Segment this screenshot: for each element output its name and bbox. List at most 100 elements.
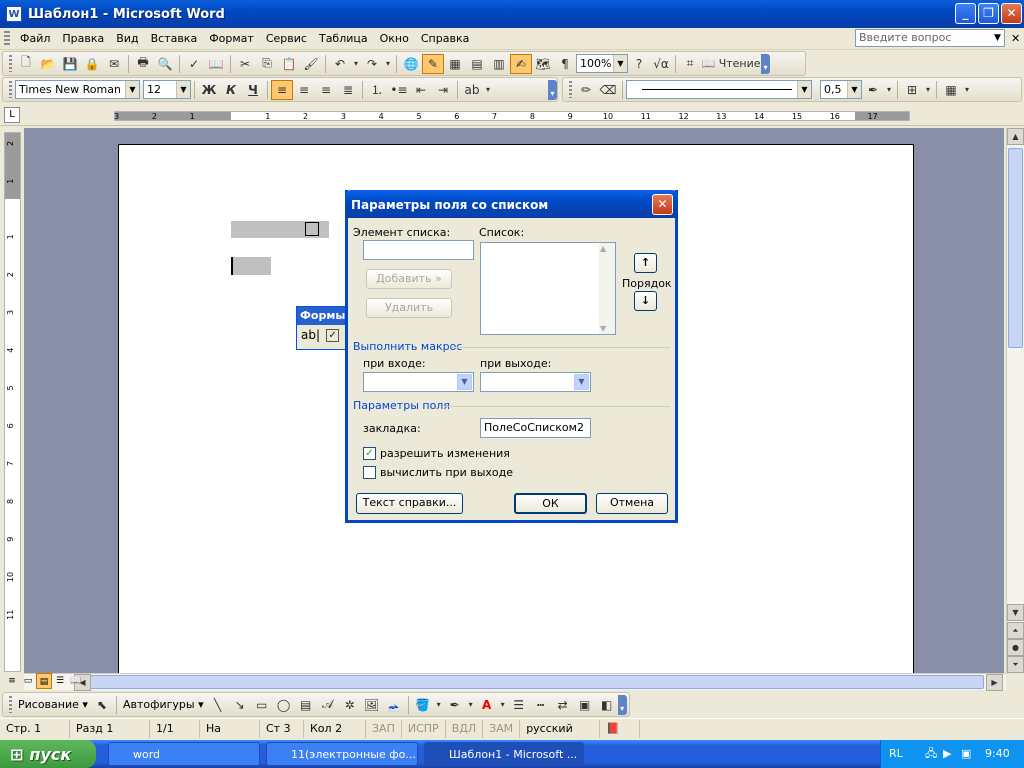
scroll-up-icon[interactable]: ▲: [1007, 128, 1024, 145]
new-document-icon[interactable]: 🗋: [15, 54, 37, 74]
insert-table-icon[interactable]: ▦: [940, 80, 962, 100]
justify-icon[interactable]: ≣: [337, 80, 359, 100]
ok-button[interactable]: ОК: [514, 493, 587, 514]
tables-borders-icon[interactable]: ✎: [422, 53, 444, 74]
word-app-icon[interactable]: W: [6, 6, 22, 22]
font-color-dropdown-icon[interactable]: ▾: [498, 695, 508, 715]
highlight-dropdown-icon[interactable]: ▾: [483, 80, 493, 100]
diagram-icon[interactable]: ✲: [339, 695, 361, 715]
undo-dropdown-icon[interactable]: ▾: [351, 54, 361, 74]
checkbox-field-icon[interactable]: ✓: [326, 328, 340, 342]
spelling-icon[interactable]: ✓: [183, 54, 205, 74]
menu-tools[interactable]: Сервис: [260, 30, 313, 48]
menu-format[interactable]: Формат: [203, 30, 260, 48]
toolbar-grip[interactable]: [569, 81, 572, 98]
shadow-icon[interactable]: ▣: [574, 695, 596, 715]
drawing-icon[interactable]: ✍: [510, 53, 532, 74]
line-color-icon[interactable]: ✒: [444, 695, 466, 715]
arrow-icon[interactable]: ↘: [229, 695, 251, 715]
taskbar-item-folder[interactable]: 11(электронные фо...: [266, 742, 418, 766]
font-color-icon[interactable]: A: [476, 695, 498, 715]
horizontal-scrollbar[interactable]: ◀ ▶: [24, 673, 1006, 691]
draw-table-icon[interactable]: ✏: [575, 80, 597, 100]
toolbar-grip[interactable]: [9, 696, 12, 713]
columns-icon[interactable]: ▥: [488, 54, 510, 74]
scroll-right-icon[interactable]: ▶: [986, 674, 1003, 691]
toolbar-grip[interactable]: [9, 81, 12, 98]
format-painter-icon[interactable]: 🖌: [300, 54, 322, 74]
insert-table-dropdown-icon[interactable]: ▾: [962, 80, 972, 100]
open-folder-icon[interactable]: 📂: [37, 54, 59, 74]
spelling-status-icon[interactable]: 📕: [600, 720, 641, 738]
line-icon[interactable]: ╲: [207, 695, 229, 715]
toolbar-options-icon[interactable]: ▾: [761, 53, 770, 74]
align-right-icon[interactable]: ≡: [315, 80, 337, 100]
vertical-scrollbar[interactable]: ▲ ▼ ⏶ ● ⏷: [1006, 128, 1024, 673]
dialog-close-icon[interactable]: ✕: [652, 194, 673, 215]
status-language[interactable]: русский (Ро: [520, 720, 601, 753]
on-exit-select[interactable]: ▼: [480, 372, 591, 392]
permission-icon[interactable]: 🔒: [81, 54, 103, 74]
bold-button[interactable]: Ж: [198, 80, 220, 100]
help-text-button[interactable]: Текст справки...: [356, 493, 463, 514]
start-button[interactable]: ⊞ пуск: [0, 740, 96, 768]
allow-changes-checkbox[interactable]: ✓: [363, 447, 376, 460]
arrow-style-icon[interactable]: ⇄: [552, 695, 574, 715]
italic-button[interactable]: К: [220, 80, 242, 100]
equation-icon[interactable]: √α: [650, 54, 672, 74]
border-color-dropdown-icon[interactable]: ▾: [884, 80, 894, 100]
scroll-up-icon[interactable]: ▲: [600, 244, 606, 253]
calc-on-exit-checkbox[interactable]: [363, 466, 376, 479]
eraser-icon[interactable]: ⌫: [597, 80, 619, 100]
add-button[interactable]: Добавить »: [366, 269, 452, 289]
line-style-select[interactable]: ▼: [626, 80, 812, 99]
menu-window[interactable]: Окно: [374, 30, 415, 48]
increase-indent-icon[interactable]: ⇥: [432, 80, 454, 100]
print-icon[interactable]: 🖶: [132, 54, 154, 74]
3d-icon[interactable]: ◧: [596, 695, 618, 715]
toolbar-grip[interactable]: [9, 55, 12, 72]
tray-app-icon[interactable]: ▶: [943, 740, 951, 768]
show-hide-icon[interactable]: ¶: [554, 54, 576, 74]
line-color-dropdown-icon[interactable]: ▾: [466, 695, 476, 715]
toolbar-options-icon[interactable]: ▾: [548, 79, 557, 100]
menu-help[interactable]: Справка: [415, 30, 475, 48]
align-center-icon[interactable]: ≡: [293, 80, 315, 100]
outline-view-icon[interactable]: ☰: [52, 673, 68, 689]
research-icon[interactable]: 📖: [205, 54, 227, 74]
cancel-button[interactable]: Отмена: [596, 493, 668, 514]
paste-icon[interactable]: 📋: [278, 54, 300, 74]
menu-grip[interactable]: [4, 30, 10, 47]
undo-icon[interactable]: ↶: [329, 54, 351, 74]
dash-style-icon[interactable]: ┅: [530, 695, 552, 715]
decrease-indent-icon[interactable]: ⇤: [410, 80, 432, 100]
previous-page-icon[interactable]: ⏶: [1007, 622, 1024, 639]
menu-view[interactable]: Вид: [110, 30, 144, 48]
redo-dropdown-icon[interactable]: ▾: [383, 54, 393, 74]
minimize-button[interactable]: _: [955, 3, 976, 24]
menu-file[interactable]: Файл: [14, 30, 56, 48]
cut-icon[interactable]: ✂: [234, 54, 256, 74]
list-box[interactable]: ▲ ▼: [480, 242, 616, 335]
font-select[interactable]: Times New Roman ▼: [15, 80, 140, 99]
next-page-icon[interactable]: ⏷: [1007, 656, 1024, 673]
tray-network-icon[interactable]: 🖧: [925, 740, 937, 768]
chevron-down-icon[interactable]: ▼: [574, 374, 589, 390]
scroll-thumb[interactable]: [1008, 148, 1023, 348]
reading-view-icon[interactable]: 📖: [68, 673, 84, 689]
taskbar-item-word-document[interactable]: Шаблон1 - Microsoft ...: [424, 742, 584, 766]
select-objects-icon[interactable]: ⬉: [91, 695, 113, 715]
autoshapes-menu-button[interactable]: Автофигуры ▾: [120, 698, 207, 711]
toolbar-options-icon[interactable]: ▾: [617, 694, 627, 715]
tab-selector-icon[interactable]: L: [4, 107, 20, 123]
highlight-icon[interactable]: ab: [461, 80, 483, 100]
document-map-icon[interactable]: 🗺: [532, 54, 554, 74]
insert-table-icon[interactable]: ▦: [444, 54, 466, 74]
bullets-icon[interactable]: •≡: [388, 80, 410, 100]
line-style-dropdown-icon[interactable]: ▼: [797, 81, 811, 98]
size-dropdown-icon[interactable]: ▼: [176, 81, 190, 98]
copy-icon[interactable]: ⎘: [256, 54, 278, 74]
scroll-down-icon[interactable]: ▼: [600, 324, 606, 333]
print-preview-icon[interactable]: 🔍: [154, 54, 176, 74]
line-width-dropdown-icon[interactable]: ▼: [847, 81, 861, 98]
